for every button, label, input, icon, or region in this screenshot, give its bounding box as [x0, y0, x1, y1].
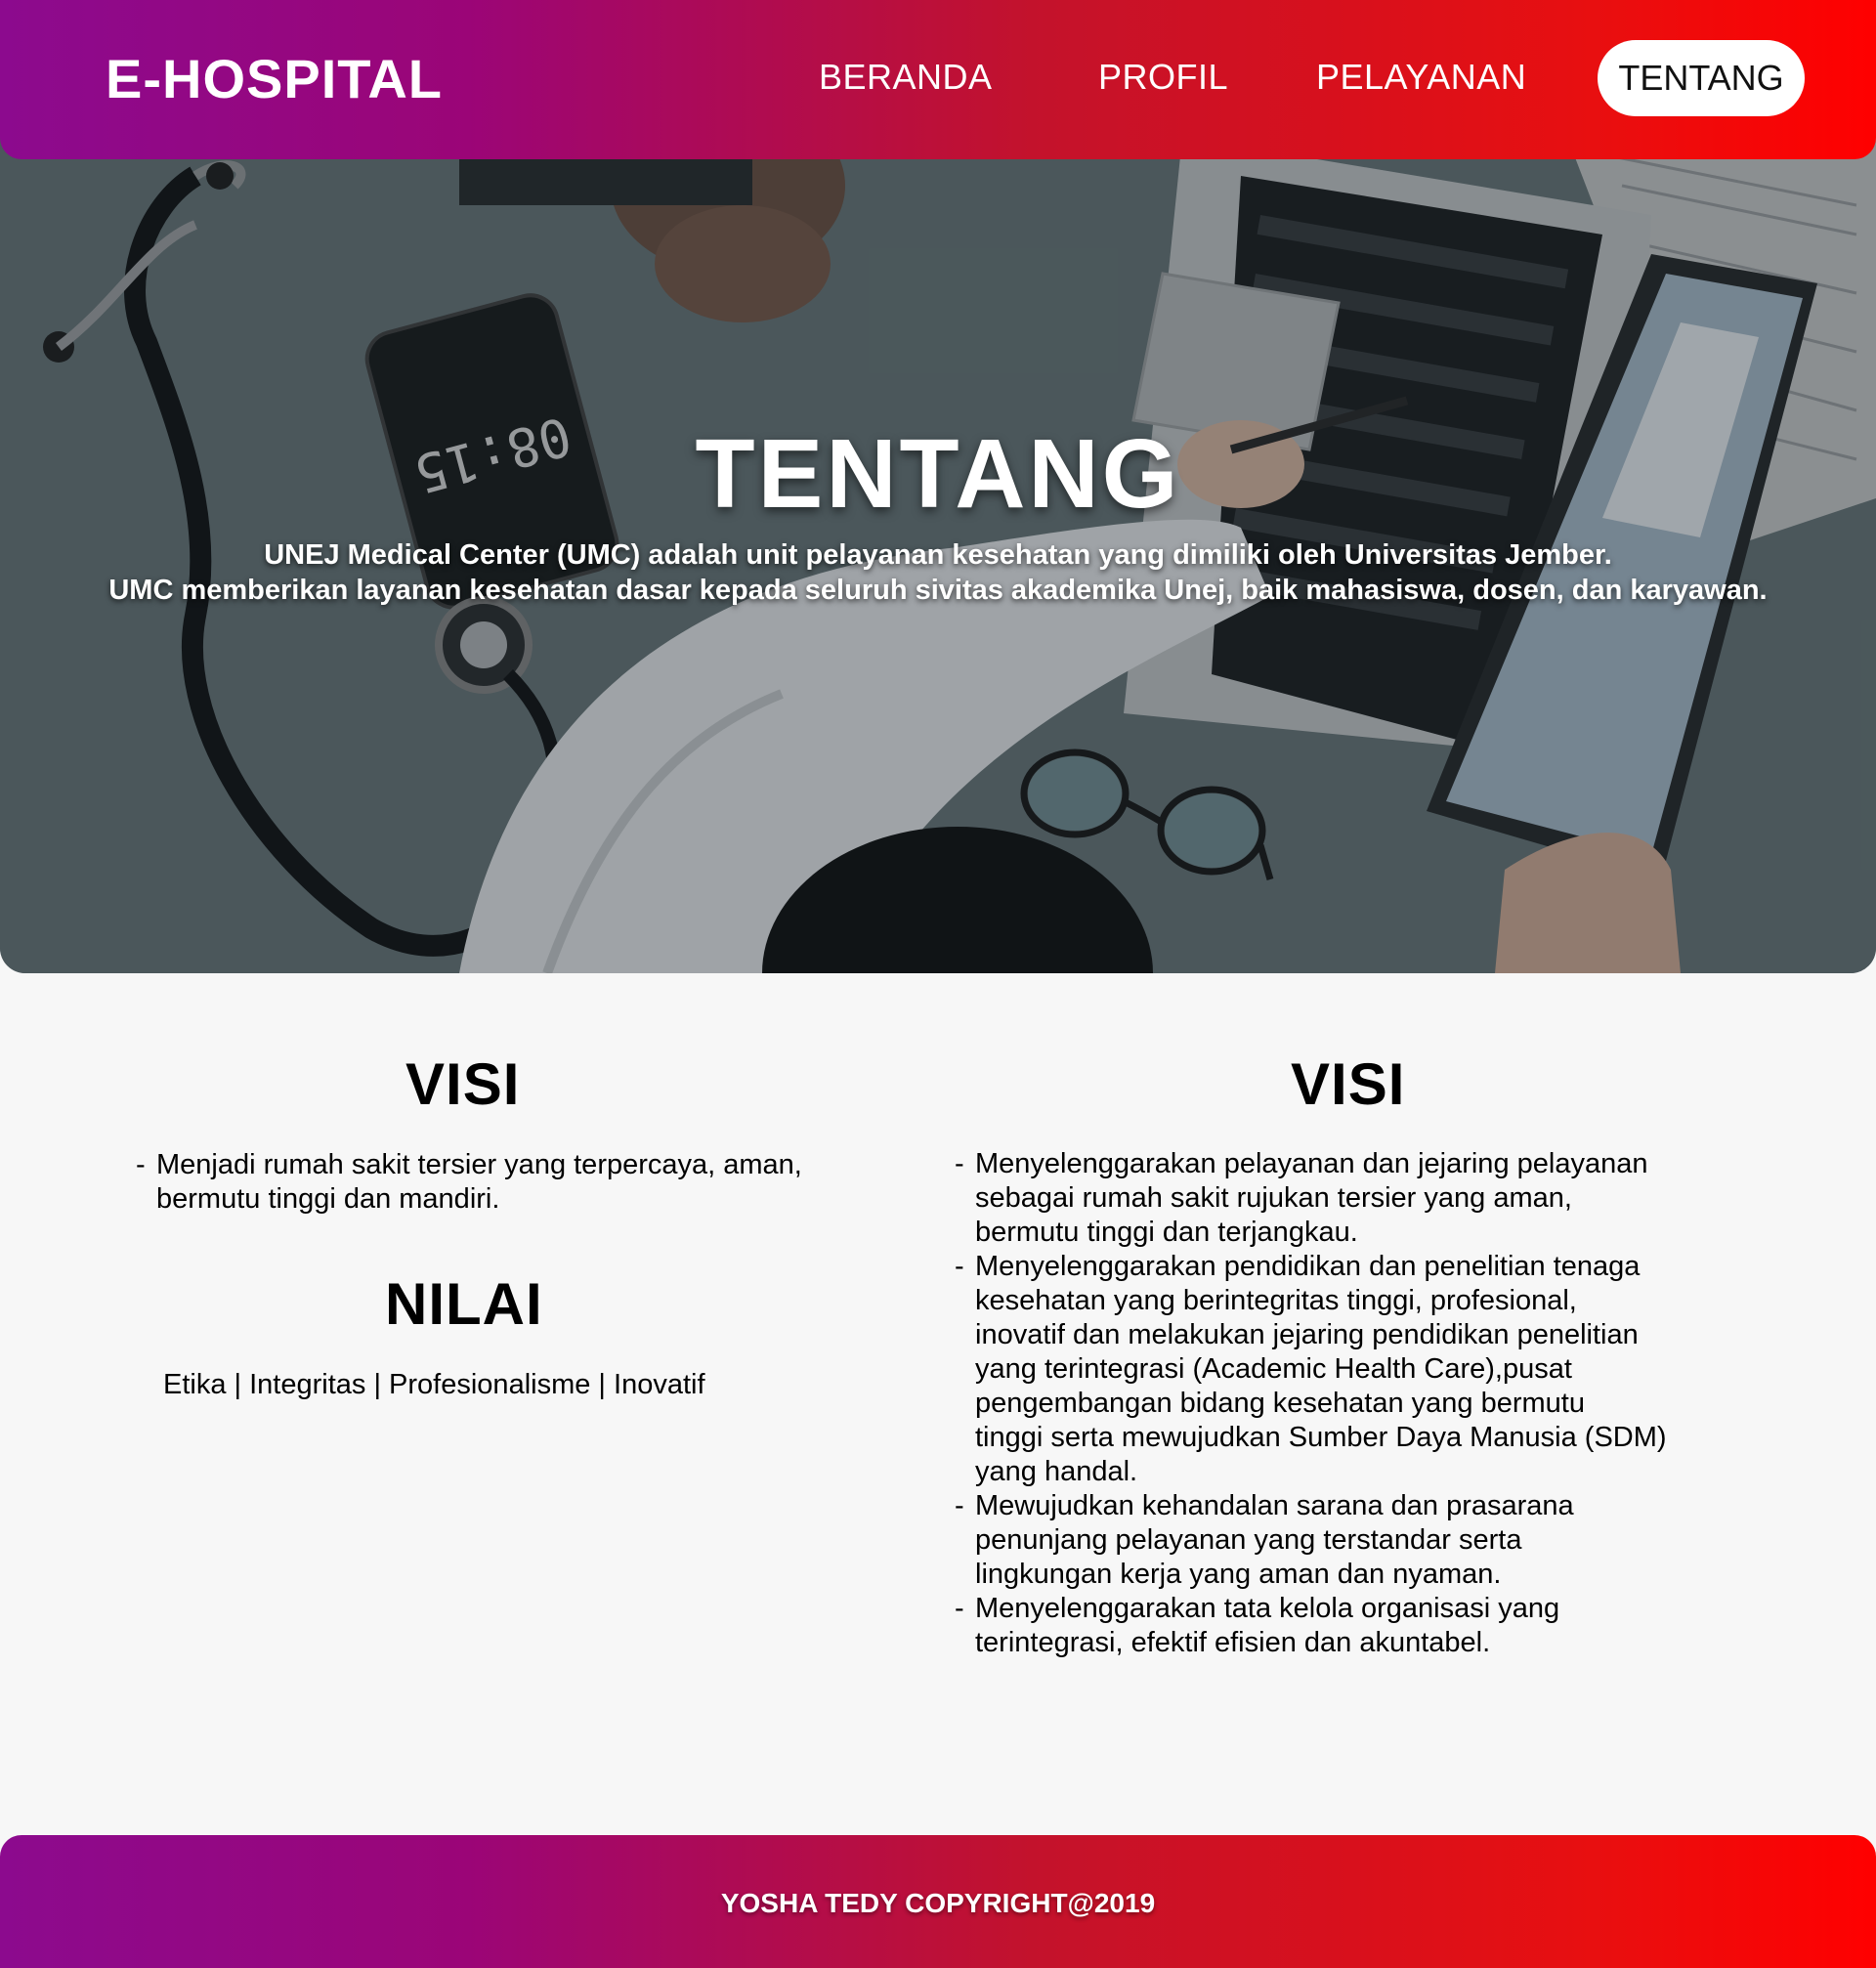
visi-item: Menyelenggarakan pelayanan dan jejaring …	[955, 1147, 1854, 1250]
hero-banner: 08:15 TENTANG UNEJ Medical Center (UMC) …	[0, 127, 1876, 973]
visi-item-line: bermutu tinggi dan terjangkau.	[975, 1217, 1358, 1248]
visi-item-line: kesehatan yang berintegritas tinggi, pro…	[975, 1285, 1577, 1316]
visi-item-line: Menyelenggarakan pelayanan dan jejaring …	[975, 1148, 1648, 1179]
visi-item: Mewujudkan kehandalan sarana dan prasara…	[955, 1489, 1854, 1592]
visi-item-line: yang terintegrasi (Academic Health Care)…	[975, 1353, 1572, 1385]
visi-item-line: sebagai rumah sakit rujukan tersier yang…	[975, 1182, 1572, 1214]
hero-description-line1: UNEJ Medical Center (UMC) adalah unit pe…	[264, 539, 1612, 571]
visi-item: Menyelenggarakan tata kelola organisasi …	[955, 1592, 1854, 1660]
visi-item-line: Mewujudkan kehandalan sarana dan prasara…	[975, 1490, 1574, 1521]
visi-item-line: lingkungan kerja yang aman dan nyaman.	[975, 1559, 1502, 1590]
visi-item-line: Menjadi rumah sakit tersier yang terperc…	[156, 1149, 802, 1180]
visi-item-line: penunjang pelayanan yang terstandar sert…	[975, 1524, 1522, 1556]
nav-link-profil[interactable]: PROFIL	[1098, 57, 1228, 98]
visi-item-line: Menyelenggarakan pendidikan dan peneliti…	[975, 1251, 1641, 1282]
hero-title: TENTANG	[695, 419, 1181, 529]
nav-link-beranda[interactable]: BERANDA	[819, 57, 993, 98]
footer: YOSHA TEDY COPYRIGHT@2019	[0, 1835, 1876, 1968]
navbar: E-HOSPITAL BERANDA PROFIL PELAYANAN TENT…	[0, 0, 1876, 159]
visi-list-right: Menyelenggarakan pelayanan dan jejaring …	[955, 1147, 1854, 1660]
nav-link-tentang[interactable]: TENTANG	[1598, 40, 1805, 116]
visi-item-line: terintegrasi, efektif efisien dan akunta…	[975, 1627, 1491, 1658]
visi-item-line: pengembangan bidang kesehatan yang bermu…	[975, 1388, 1585, 1419]
nav-link-pelayanan[interactable]: PELAYANAN	[1316, 57, 1526, 98]
visi-item: Menyelenggarakan pendidikan dan peneliti…	[955, 1250, 1854, 1489]
hero-description-line2: UMC memberikan layanan kesehatan dasar k…	[108, 575, 1768, 606]
visi-item-line: Menyelenggarakan tata kelola organisasi …	[975, 1593, 1560, 1624]
visi-item-line: tinggi serta mewujudkan Sumber Daya Manu…	[975, 1422, 1667, 1453]
visi-item: Menjadi rumah sakit tersier yang terperc…	[136, 1148, 917, 1217]
nilai-values: Etika | Integritas | Profesionalisme | I…	[163, 1369, 705, 1400]
visi-title-right: VISI	[1291, 1051, 1406, 1117]
footer-copyright: YOSHA TEDY COPYRIGHT@2019	[720, 1888, 1156, 1918]
visi-list-left: Menjadi rumah sakit tersier yang terperc…	[136, 1148, 917, 1217]
nilai-title: NILAI	[385, 1271, 543, 1337]
brand-logo[interactable]: E-HOSPITAL	[106, 47, 443, 110]
visi-title-left: VISI	[405, 1051, 521, 1117]
visi-item-line: yang handal.	[975, 1456, 1138, 1487]
visi-item-line: bermutu tinggi dan mandiri.	[156, 1183, 500, 1215]
visi-item-line: inovatif dan melakukan jejaring pendidik…	[975, 1319, 1639, 1350]
